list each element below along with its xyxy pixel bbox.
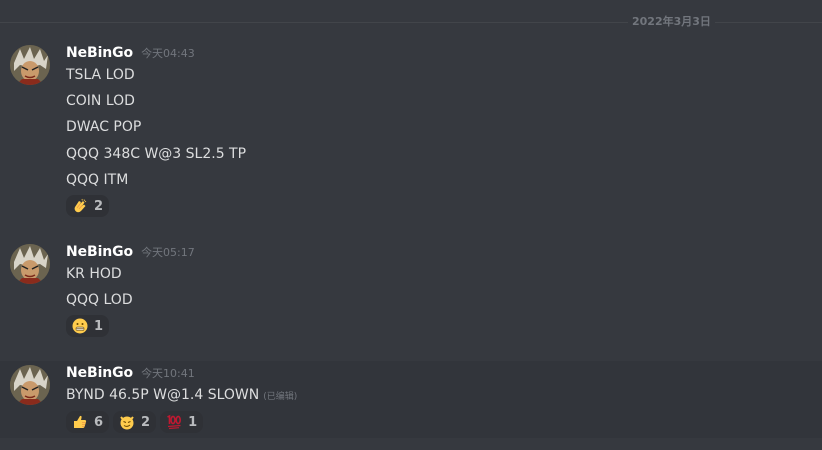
message-line: TSLA LOD xyxy=(66,67,135,83)
message-timestamp[interactable]: 今天04:43 xyxy=(141,45,195,61)
date-divider-label: 2022年3月3日 xyxy=(628,15,715,29)
smirking-devil-icon xyxy=(119,414,135,430)
message-header: NeBinGo 今天05:17 xyxy=(66,244,195,264)
reaction-button[interactable]: 2 xyxy=(66,195,110,217)
reaction-count: 1 xyxy=(94,318,104,334)
message-line: COIN LOD xyxy=(66,93,135,109)
message-line: QQQ ITM xyxy=(66,172,129,188)
message-line: QQQ 348C W@3 SL2.5 TP xyxy=(66,146,247,162)
username[interactable]: NeBinGo xyxy=(66,365,133,381)
hundred-points-icon xyxy=(166,414,182,430)
reaction-count: 1 xyxy=(188,414,198,430)
clapping-hands-icon xyxy=(72,198,88,214)
reaction-bar: 2 xyxy=(66,195,110,217)
reaction-bar: 6 2 1 xyxy=(66,411,204,433)
reaction-button[interactable]: 2 xyxy=(113,411,157,433)
message-line: BYND 46.5P W@1.4 SLOWN (已编辑) xyxy=(66,386,297,406)
message-line: KR HOD xyxy=(66,266,122,282)
reaction-button[interactable]: 6 xyxy=(66,411,110,433)
message-line: DWAC POP xyxy=(66,119,142,135)
message-header: NeBinGo 今天04:43 xyxy=(66,45,195,65)
user-avatar[interactable] xyxy=(10,365,50,405)
username[interactable]: NeBinGo xyxy=(66,45,133,61)
user-avatar[interactable] xyxy=(10,244,50,284)
user-avatar[interactable] xyxy=(10,45,50,85)
reaction-count: 6 xyxy=(94,414,104,430)
username[interactable]: NeBinGo xyxy=(66,244,133,260)
message-header: NeBinGo 今天10:41 xyxy=(66,365,195,385)
thumbs-up-icon xyxy=(72,414,88,430)
reaction-button[interactable]: 1 xyxy=(160,411,204,433)
chat-messages: 2022年3月3日 NeBinGo 今天04:43 TSLA LOD COIN … xyxy=(0,0,822,450)
reaction-button[interactable]: 1 xyxy=(66,315,110,337)
grimacing-face-icon xyxy=(72,318,88,334)
reaction-count: 2 xyxy=(141,414,151,430)
message-timestamp[interactable]: 今天10:41 xyxy=(141,365,195,381)
message-timestamp[interactable]: 今天05:17 xyxy=(141,244,195,260)
reaction-bar: 1 xyxy=(66,315,110,337)
message-line: QQQ LOD xyxy=(66,292,133,308)
reaction-count: 2 xyxy=(94,198,104,214)
message-text: BYND 46.5P W@1.4 SLOWN xyxy=(66,387,260,403)
edited-label: (已编辑) xyxy=(263,392,298,402)
